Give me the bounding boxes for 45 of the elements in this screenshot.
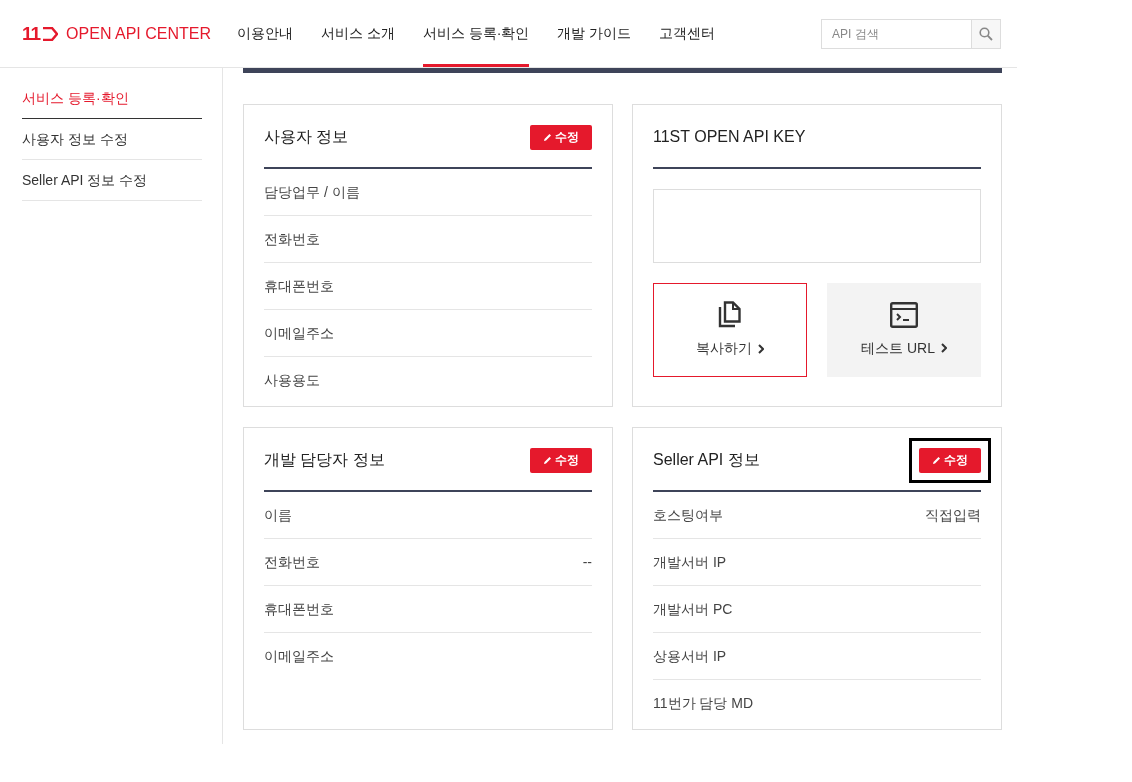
nav-tab[interactable]: 서비스 소개 bbox=[321, 0, 395, 67]
field-label: 개발서버 IP bbox=[653, 552, 727, 572]
action-button[interactable]: 복사하기 bbox=[653, 283, 807, 377]
search-icon bbox=[979, 26, 993, 41]
sidebar-item[interactable]: 서비스 등록·확인 bbox=[22, 78, 202, 119]
field-label: 담당업무 / 이름 bbox=[264, 182, 360, 202]
card-title: 11ST OPEN API KEY bbox=[653, 127, 806, 147]
pencil-icon bbox=[932, 455, 941, 465]
chevron-right-icon bbox=[940, 343, 947, 353]
action-button[interactable]: 테스트 URL bbox=[827, 283, 981, 377]
nav-tab[interactable]: 고객센터 bbox=[659, 0, 716, 67]
edit-button[interactable]: 수정 bbox=[530, 124, 592, 150]
card-title: Seller API 정보 bbox=[653, 450, 760, 470]
nav-tab[interactable]: 이용안내 bbox=[237, 0, 293, 67]
copy-icon bbox=[718, 301, 742, 328]
logo-text: OPEN API CENTER bbox=[66, 23, 211, 44]
edit-button[interactable]: 수정 bbox=[919, 447, 981, 473]
field-label: 휴대폰번호 bbox=[264, 599, 334, 619]
field-value: 직접입력 bbox=[925, 505, 981, 525]
field-label: 이름 bbox=[264, 505, 292, 525]
field-label: 이메일주소 bbox=[264, 323, 334, 343]
field-label: 전화번호 bbox=[264, 229, 320, 249]
search-field[interactable]: API 검색 bbox=[821, 18, 972, 49]
field-label: 호스팅여부 bbox=[653, 505, 723, 525]
field-label: 휴대폰번호 bbox=[264, 276, 334, 296]
field-label: 이메일주소 bbox=[264, 647, 334, 666]
sidebar-item[interactable]: 사용자 정보 수정 bbox=[22, 119, 202, 160]
card-title: 개발 담당자 정보 bbox=[264, 450, 385, 470]
field-label: 전화번호 bbox=[264, 552, 320, 572]
field-value: -- bbox=[582, 552, 592, 572]
field-label: 개발서버 PC bbox=[653, 599, 733, 619]
sidebar-item[interactable]: Seller API 정보 수정 bbox=[22, 160, 202, 201]
pencil-icon bbox=[543, 132, 552, 142]
search-button[interactable] bbox=[972, 18, 1001, 49]
chevron-right-icon bbox=[758, 343, 764, 354]
nav-tab[interactable]: 개발 가이드 bbox=[557, 0, 632, 67]
edit-button[interactable]: 수정 bbox=[530, 447, 592, 473]
field-label: 11번가 담당 MD bbox=[653, 694, 754, 713]
field-label: 상용서버 IP bbox=[653, 646, 727, 666]
tag-logo-icon bbox=[42, 26, 59, 41]
field-label: 사용용도 bbox=[264, 371, 320, 390]
card-title: 사용자 정보 bbox=[264, 127, 349, 147]
logo-mark: 11 bbox=[22, 24, 41, 43]
terminal-window-icon bbox=[890, 301, 918, 328]
pencil-icon bbox=[543, 455, 552, 465]
